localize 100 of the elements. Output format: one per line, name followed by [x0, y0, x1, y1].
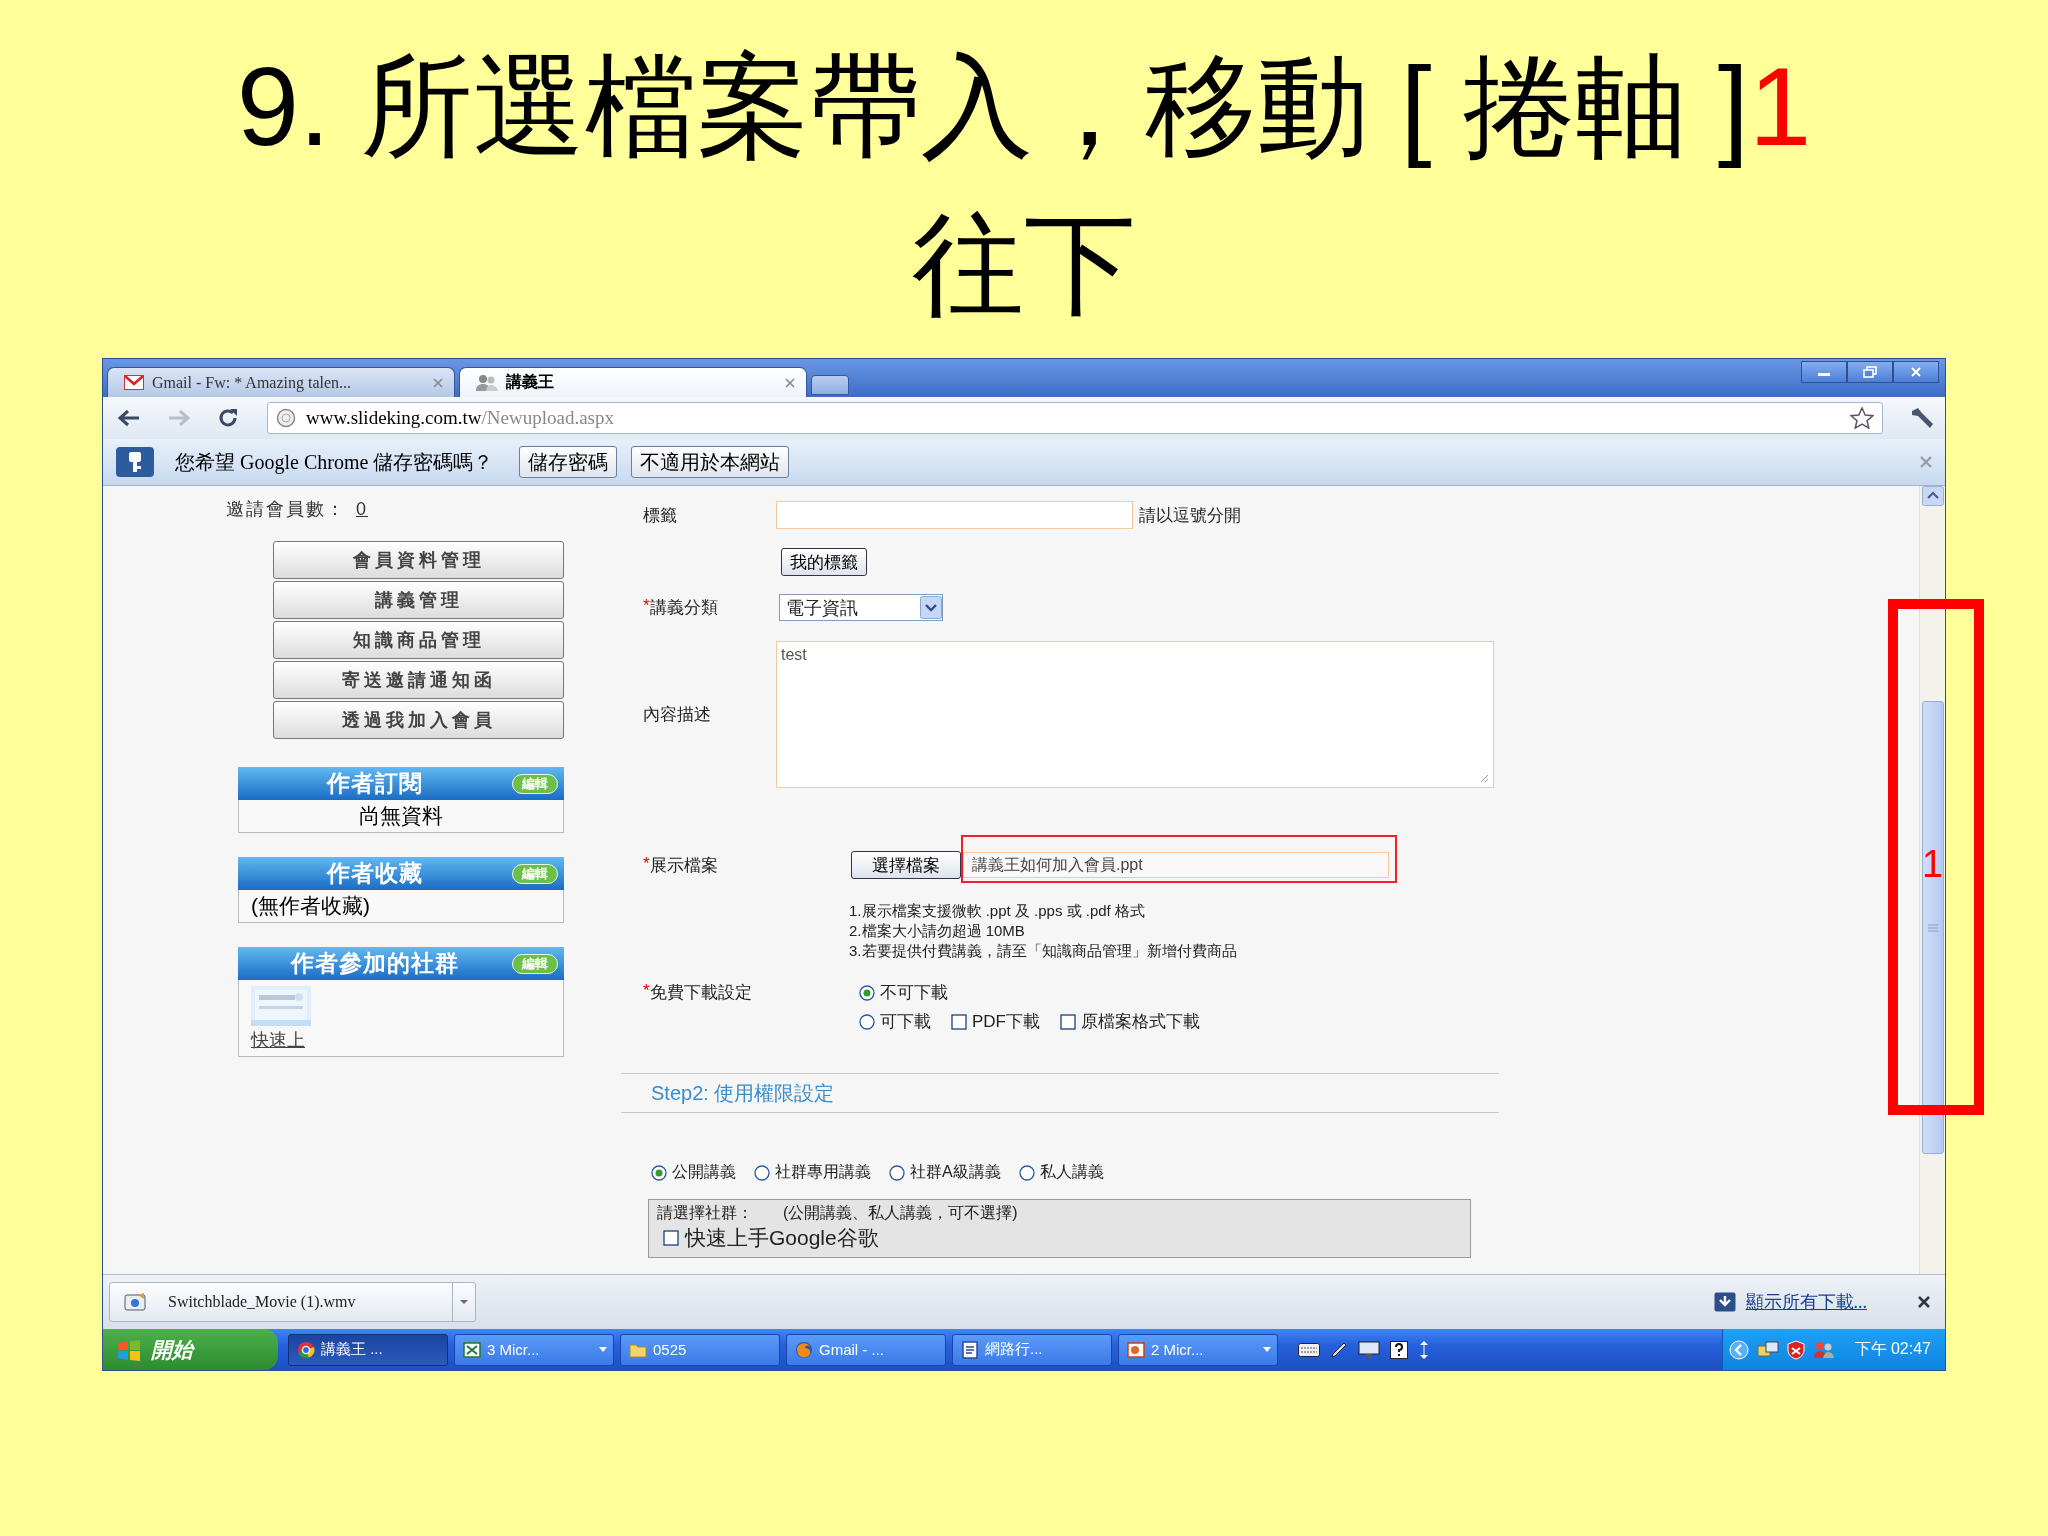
browser-tab[interactable]: Gmail - Fw: * Amazing talen... — [107, 367, 455, 397]
radio-button[interactable] — [889, 1164, 905, 1181]
field-label: 展示檔案 — [649, 854, 718, 877]
download-item[interactable]: Switchblade_Movie (1).wmv — [109, 1282, 476, 1323]
arrows-icon[interactable] — [1418, 1339, 1430, 1360]
dropdown-icon[interactable] — [920, 596, 942, 619]
option-label: 社群A級講義 — [910, 1162, 1001, 1182]
help-icon[interactable] — [1390, 1340, 1408, 1359]
category-select[interactable]: 電子資訊 — [779, 594, 943, 621]
required-mark: * — [643, 853, 650, 875]
resize-grip-icon — [1479, 773, 1489, 783]
scroll-thumb[interactable] — [1921, 701, 1944, 1154]
windows-flag-icon — [117, 1338, 141, 1361]
taskbar-button[interactable]: 2 Micr... — [1118, 1333, 1278, 1366]
invite-count-link[interactable]: 0 — [356, 498, 368, 520]
radio-button[interactable] — [1018, 1164, 1035, 1181]
option-label: 快速上手Google谷歌 — [685, 1225, 879, 1251]
step-number: 1 — [1922, 842, 1944, 887]
panel-title: 作者收藏 — [325, 859, 424, 888]
menu-button[interactable]: 知識商品管理 — [273, 621, 564, 659]
required-mark: * — [643, 981, 650, 1002]
radio-button[interactable] — [754, 1164, 770, 1181]
checkbox[interactable] — [663, 1230, 679, 1246]
scroll-up-icon[interactable] — [1921, 486, 1944, 506]
choose-file-button[interactable]: 選擇檔案 — [851, 851, 961, 879]
menu-button[interactable]: 講義管理 — [273, 581, 564, 619]
people-icon — [476, 373, 498, 392]
menu-button[interactable]: 透過我加入會員 — [273, 701, 564, 739]
hint-text: 請以逗號分開 — [1139, 504, 1241, 527]
browser-icon — [297, 1340, 315, 1359]
invite-label: 邀請會員數： — [226, 498, 346, 521]
browser-tab[interactable]: 講義王 — [459, 367, 807, 397]
field-label: 免費下載設定 — [649, 982, 752, 1004]
radio-button[interactable] — [859, 1013, 875, 1030]
option-label: 原檔案格式下載 — [1081, 1011, 1200, 1033]
close-button[interactable] — [1893, 361, 1939, 383]
media-file-icon — [124, 1292, 148, 1313]
network-icon[interactable] — [1756, 1339, 1779, 1360]
radio-button[interactable] — [651, 1164, 667, 1181]
panel-message: (無作者收藏) — [251, 894, 370, 917]
wrench-icon[interactable] — [1909, 406, 1935, 430]
messenger-icon[interactable] — [1812, 1339, 1835, 1360]
minimize-button[interactable] — [1801, 361, 1847, 383]
section-heading: Step2: 使用權限設定 — [651, 1080, 835, 1106]
panel-title: 作者參加的社群 — [289, 949, 460, 978]
maximize-button[interactable] — [1847, 361, 1893, 383]
option-label: 可下載 — [880, 1011, 931, 1033]
my-tags-button[interactable]: 我的標籤 — [781, 548, 867, 576]
back-arrow-icon[interactable] — [117, 408, 141, 428]
tags-field[interactable] — [776, 501, 1133, 529]
grip-icon — [1927, 923, 1938, 932]
radio-button[interactable] — [859, 984, 875, 1001]
description-field[interactable]: test — [776, 641, 1494, 788]
menu-button[interactable]: 寄送邀請通知函 — [273, 661, 564, 699]
file-name-field[interactable]: 講義王如何加入會員.ppt — [963, 852, 1389, 878]
restore-icon — [1863, 366, 1877, 378]
community-link[interactable]: 快速上 — [251, 1028, 305, 1052]
star-icon[interactable] — [1850, 407, 1874, 429]
keyboard-icon[interactable] — [1298, 1342, 1320, 1357]
infobar-button[interactable]: 不適用於本網站 — [631, 446, 790, 478]
infobar-button[interactable]: 儲存密碼 — [519, 446, 618, 478]
note-text: 1.展示檔案支援微軟 .ppt 及 .pps 或 .pdf 格式 — [849, 901, 1146, 921]
required-mark: * — [643, 596, 650, 615]
show-all-downloads-link[interactable]: 顯示所有下載... — [1745, 1290, 1867, 1315]
reload-icon[interactable] — [217, 407, 239, 429]
menu-button[interactable]: 會員資料管理 — [273, 541, 564, 579]
step-number: 1 — [1748, 44, 1812, 169]
monitor-icon[interactable] — [1358, 1340, 1380, 1359]
slide-title: 往下 — [912, 202, 1136, 327]
community-prompt: 請選擇社群： — [657, 1203, 753, 1223]
key-icon — [115, 446, 155, 478]
taskbar-button[interactable]: 講義王 ... — [288, 1333, 448, 1366]
field-label: 內容描述 — [643, 704, 711, 726]
pen-icon[interactable] — [1330, 1340, 1348, 1359]
caret-icon[interactable] — [459, 1299, 469, 1306]
panel-title: 作者訂閱 — [325, 769, 424, 798]
document-icon — [961, 1340, 979, 1359]
option-label: PDF下載 — [972, 1011, 1040, 1033]
address-field[interactable]: www.slideking.com.tw/Newupload.aspx — [267, 402, 1883, 434]
browser-icon — [795, 1340, 813, 1359]
panel-message: 尚無資料 — [359, 804, 443, 827]
globe-icon — [276, 408, 296, 428]
note-text: 2.檔案大小請勿超過 10MB — [849, 921, 1026, 941]
clock-text: 下午 02:47 — [1854, 1339, 1931, 1360]
option-label: 社群專用講義 — [775, 1162, 871, 1182]
infobar-message: 您希望 Google Chrome 儲存密碼嗎？ — [175, 449, 494, 476]
checkbox[interactable] — [951, 1013, 967, 1030]
close-icon[interactable] — [1917, 1295, 1931, 1310]
option-label: 私人講義 — [1039, 1162, 1104, 1182]
option-label: 公開講義 — [672, 1162, 736, 1182]
checkbox[interactable] — [1060, 1013, 1076, 1030]
shield-icon[interactable] — [1786, 1339, 1805, 1360]
community-note: (公開講義、私人講義，可不選擇) — [783, 1203, 1018, 1223]
new-tab-button[interactable] — [811, 375, 849, 395]
download-icon — [1713, 1292, 1736, 1313]
spreadsheet-icon — [463, 1340, 481, 1359]
field-label: 講義分類 — [649, 597, 718, 619]
slide-title: 9. 所選檔案帶入，移動 [ 捲軸 ] — [236, 44, 1749, 169]
presentation-icon — [1127, 1340, 1145, 1359]
close-icon — [1910, 366, 1922, 378]
